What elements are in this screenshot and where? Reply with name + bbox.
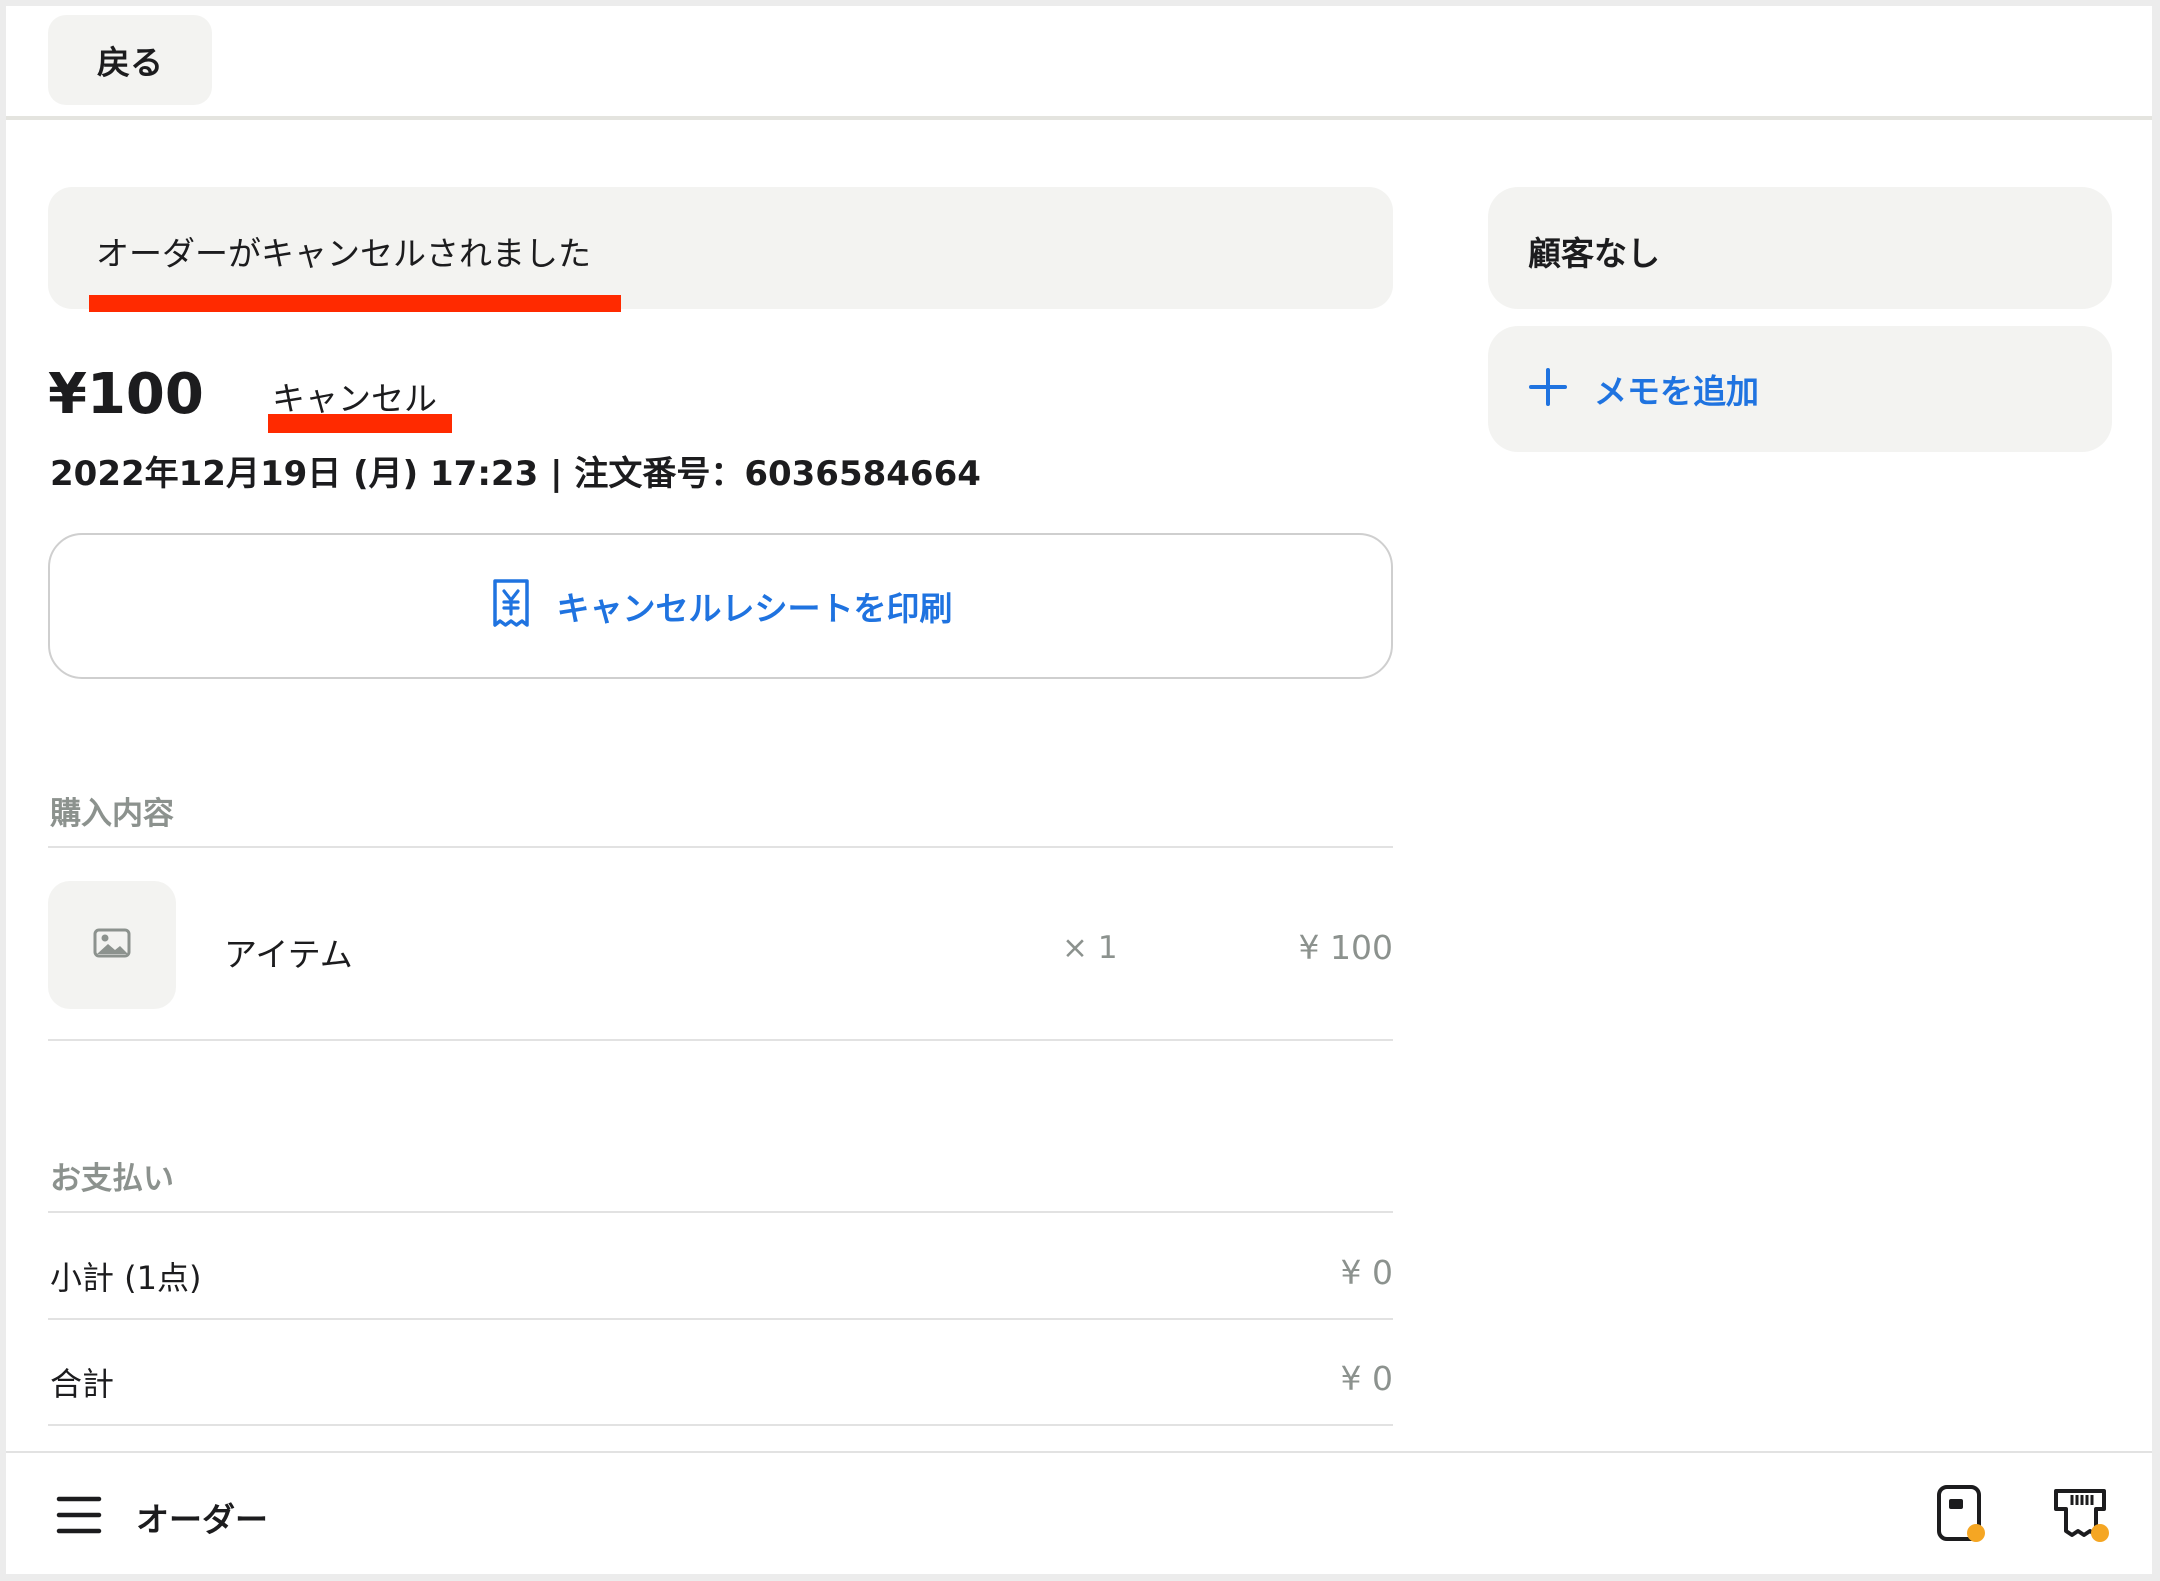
customer-label: 顧客なし (1528, 234, 1660, 273)
subtotal-value: ¥ 0 (1340, 1253, 1393, 1292)
divider (48, 1211, 1393, 1213)
total-label: 合計 (50, 1365, 115, 1403)
order-amount: ¥100 (48, 362, 204, 427)
print-cancel-receipt-button[interactable]: キャンセルレシートを印刷 (48, 533, 1393, 679)
purchase-section-title: 購入内容 (50, 796, 174, 832)
add-memo-button[interactable]: メモを追加 (1488, 326, 2112, 452)
receipt-printer-icon[interactable] (2052, 1483, 2112, 1549)
bottom-bar-title: オーダー (136, 1500, 268, 1539)
item-price: ¥ 100 (1298, 928, 1393, 967)
plus-icon (1528, 367, 1568, 411)
app-frame: 戻る オーダーがキャンセルされました ¥100 キャンセル 2022年12月19… (6, 6, 2152, 1574)
customer-card[interactable]: 顧客なし (1488, 187, 2112, 309)
divider (48, 1318, 1393, 1320)
order-status: キャンセル (272, 379, 437, 418)
item-quantity: × 1 (1062, 930, 1118, 966)
payment-section-title: お支払い (50, 1161, 174, 1197)
cancel-notice-banner: オーダーがキャンセルされました (48, 187, 1393, 309)
top-bar: 戻る (6, 6, 2152, 120)
image-placeholder-icon (93, 928, 131, 962)
divider (48, 846, 1393, 848)
annotation-underline (268, 414, 452, 433)
print-cancel-receipt-label: キャンセルレシートを印刷 (556, 589, 953, 628)
item-thumbnail (48, 881, 176, 1009)
subtotal-label: 小計 (1点) (50, 1259, 202, 1297)
bottom-bar: オーダー (6, 1451, 2152, 1574)
item-name: アイテム (224, 935, 353, 974)
divider (48, 1039, 1393, 1041)
hamburger-menu-icon[interactable] (56, 1495, 102, 1539)
receipt-yen-icon (489, 578, 533, 634)
order-meta: 2022年12月19日 (月) 17:23 | 注文番号：6036584664 (50, 454, 981, 494)
annotation-underline (89, 295, 621, 312)
cancel-notice-text: オーダーがキャンセルされました (96, 234, 591, 273)
back-button[interactable]: 戻る (48, 15, 212, 105)
add-memo-label: メモを追加 (1594, 372, 1759, 411)
card-reader-icon[interactable] (1934, 1483, 1990, 1549)
total-value: ¥ 0 (1340, 1359, 1393, 1398)
divider (48, 1424, 1393, 1426)
